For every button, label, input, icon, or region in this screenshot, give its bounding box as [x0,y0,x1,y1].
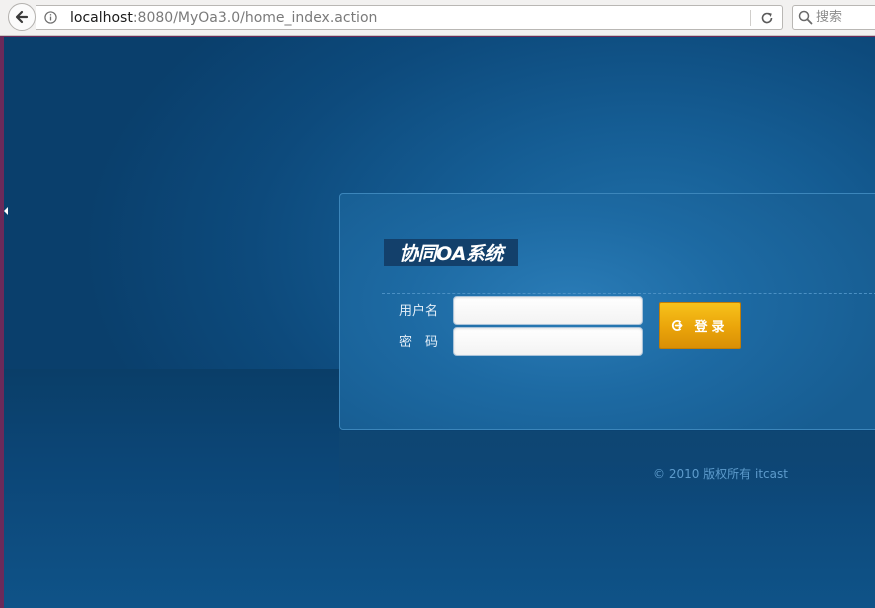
url-text[interactable]: localhost:8080/MyOa3.0/home_index.action [70,9,377,27]
info-icon[interactable] [44,11,57,24]
login-page: 协同OA系统 用户名 密 码 登录 © 2010 版权所有 itcast [4,37,875,608]
url-path: :8080/MyOa3.0/home_index.action [132,10,378,26]
logo-text: 协同OA系统 [399,243,503,265]
url-host: localhost [70,10,133,26]
url-separator [750,10,751,26]
username-label: 用户名 [399,304,439,319]
back-button[interactable] [8,3,36,31]
address-bar[interactable]: localhost:8080/MyOa3.0/home_index.action [36,5,783,30]
login-button-label: 登录 [694,320,729,335]
copyright-text: © 2010 版权所有 itcast [653,467,788,481]
password-input[interactable] [453,327,643,356]
reload-icon[interactable] [760,11,774,25]
left-edge-arrow-icon [4,207,8,215]
browser-toolbar: localhost:8080/MyOa3.0/home_index.action… [0,0,875,36]
back-arrow-icon [15,10,29,24]
username-input[interactable] [453,296,643,325]
panel-reflection [339,431,875,511]
login-panel: 协同OA系统 用户名 密 码 登录 [339,193,875,430]
password-label: 密 码 [399,335,439,350]
login-button[interactable]: 登录 [659,302,741,349]
search-bar[interactable]: 搜索 [792,5,875,30]
search-placeholder: 搜索 [816,10,843,25]
arrow-circle-right-icon [672,320,683,331]
search-icon [798,10,813,25]
system-logo: 协同OA系统 [384,239,518,266]
dashed-divider [382,293,875,294]
